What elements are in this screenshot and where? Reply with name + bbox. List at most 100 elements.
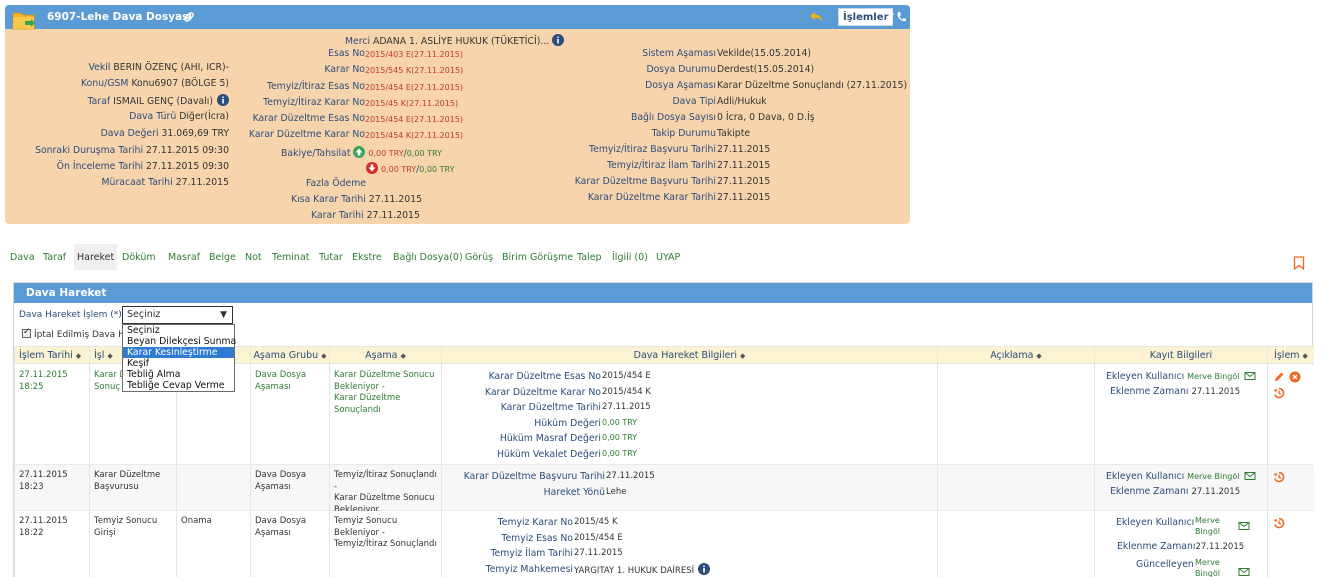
tab-dava[interactable]: Dava [7, 244, 38, 270]
kayit-user-last[interactable]: Bingöl [1195, 526, 1220, 537]
tab-döküm[interactable]: Döküm [119, 244, 159, 270]
case-field-mid-0: Esas No [328, 48, 365, 59]
phone-icon[interactable] [896, 11, 906, 23]
hareket-detail: Karar Düzeltme Karar No [485, 387, 601, 398]
mail-icon[interactable] [1238, 566, 1250, 577]
sort-icon[interactable]: ◆ [107, 352, 112, 360]
info-icon[interactable] [217, 94, 229, 106]
tab-ekstre[interactable]: Ekstre [349, 244, 385, 270]
iptal-checkbox-row[interactable]: İptal Edilmiş Dava H [22, 327, 125, 340]
tab-birim-görüşme[interactable]: Birim Görüşme [499, 244, 576, 270]
dropdown-option[interactable]: Tebliğe Cevap Verme [123, 380, 234, 391]
sort-icon[interactable]: ◆ [1303, 352, 1308, 360]
mail-icon[interactable] [1244, 470, 1256, 482]
detail-value: 27.11.2015 [574, 548, 623, 558]
dropdown-option[interactable]: Seçiniz [123, 325, 234, 336]
case-field-right-8: Karar Düzeltme Başvuru Tarihi [575, 176, 716, 187]
mail-icon[interactable] [1238, 520, 1250, 532]
case-field-mid-2: Temyiz/İtiraz Esas No [267, 81, 365, 92]
col-aciklama-label: Açıklama [990, 350, 1034, 361]
tab-i-lgili-0-[interactable]: İlgili (0) [609, 244, 651, 270]
case-field-label: Ön İnceleme Tarihi [56, 161, 144, 172]
mail-icon[interactable] [1244, 370, 1256, 382]
cancel-icon[interactable] [1289, 371, 1301, 383]
case-field-right-value-6: 27.11.2015 [717, 144, 770, 155]
case-field-right-7: Temyiz/İtiraz İlam Tarihi [607, 160, 716, 171]
tab-uyap[interactable]: UYAP [653, 244, 683, 270]
row-asama-line: Karar Düzeltme Sonucu [334, 493, 435, 503]
sort-icon[interactable]: ◆ [1036, 352, 1041, 360]
col-hareket-bilgileri[interactable]: Dava Hareket Bilgileri ◆ [441, 347, 937, 365]
sort-icon[interactable]: ◆ [76, 352, 81, 360]
col-islem-tarihi-cell: 27.11.2015 18:25 [14, 365, 89, 464]
case-field-label: Karar No [324, 64, 365, 75]
dropdown-option[interactable]: Beyan Dilekçesi Sunma [123, 336, 236, 347]
sort-icon[interactable]: ◆ [400, 352, 405, 360]
case-field-right-value-0: Vekilde(15.05.2014) [717, 48, 811, 59]
info-icon[interactable] [698, 562, 711, 575]
iptal-checkbox[interactable] [22, 327, 31, 338]
tab-bağlı-dosya-0-[interactable]: Bağlı Dosya(0) [390, 244, 466, 270]
tab-not[interactable]: Not [242, 244, 265, 270]
tab-tutar[interactable]: Tutar [316, 244, 346, 270]
karar-tarihi-field: Karar Tarihi 27.11.2015 [311, 210, 420, 221]
dropdown-option[interactable]: Karar Kesinleştirme [123, 347, 234, 358]
undo-icon[interactable] [809, 9, 825, 25]
case-field-label: Karar Düzeltme Karar No [248, 129, 365, 140]
col-islem-tarihi[interactable]: İşlem Tarihi ◆ [14, 347, 89, 365]
kayit-user-first[interactable]: Merve [1195, 515, 1220, 526]
row-date: 27.11.2015 [19, 516, 68, 526]
case-field-left-1: Konu/GSM Konu6907 (BÖLGE 5) [81, 78, 229, 89]
col-islem-label: İşl [94, 350, 105, 361]
tab-belge[interactable]: Belge [206, 244, 239, 270]
info-icon[interactable] [552, 34, 565, 46]
kayit-updater-name[interactable]: Merve Bingöl [1195, 557, 1220, 577]
link-icon[interactable] [183, 11, 195, 23]
hareket-detail: Temyiz Karar No [498, 517, 573, 528]
history-icon[interactable] [1273, 471, 1285, 483]
dropdown-option[interactable]: Tebliğ Alma [123, 369, 234, 380]
sort-icon[interactable]: ◆ [740, 352, 745, 360]
detail-value: 0,00 TRY [602, 448, 638, 458]
detail-value: Lehe [606, 486, 627, 497]
tab-hareket[interactable]: Hareket [74, 244, 118, 270]
history-icon[interactable] [1273, 387, 1285, 399]
tab-görüş[interactable]: Görüş [462, 244, 496, 270]
col-asama-grubu[interactable]: Aşama Grubu ◆ [250, 347, 329, 365]
row-asama-line: Temyiz/İtiraz Sonuçlandı - [334, 470, 437, 492]
hareket-islem-select[interactable]: Seçiniz ▼ [122, 306, 233, 324]
sort-icon[interactable]: ◆ [321, 352, 326, 360]
case-field-label: Dosya Durumu [646, 64, 716, 75]
col-islem-cell: Temyiz Sonucu Girişi [89, 511, 176, 577]
case-field-label: Takip Durumu [651, 128, 716, 139]
tab-teminat[interactable]: Teminat [269, 244, 313, 270]
case-field-mid-value-2: 2015/454 E(27.11.2015) [365, 82, 463, 93]
case-field-left-5: Sonraki Duruşma Tarihi 27.11.2015 09:30 [35, 145, 229, 156]
kayit-user-name[interactable]: Merve Bingöl [1195, 515, 1220, 537]
case-field-value: 27.11.2015 [175, 177, 229, 188]
row-islem: Karar Düzeltme [94, 470, 161, 480]
col-aciklama[interactable]: Açıklama ◆ [937, 347, 1094, 365]
hareket-detail: Temyiz Mahkemesi [486, 564, 573, 575]
case-field-mid-value-4: 2015/454 E(27.11.2015) [365, 114, 463, 125]
tab-taraf[interactable]: Taraf [40, 244, 69, 270]
col-asama[interactable]: Aşama ◆ [329, 347, 441, 365]
tab-masraf[interactable]: Masraf [165, 244, 203, 270]
history-icon[interactable] [1273, 517, 1285, 529]
row-islem-line2: Girişi [94, 527, 116, 538]
case-field-right-value-2: Karar Düzeltme Sonuçlandı (27.11.2015) [717, 80, 907, 91]
col-islem-actions[interactable]: İşlem ◆ [1267, 347, 1314, 365]
tab-talep[interactable]: Talep [574, 244, 605, 270]
dropdown-option[interactable]: Keşif [123, 358, 234, 369]
kayit-user[interactable]: Merve Bingöl [1187, 472, 1239, 481]
kayit-updater-first[interactable]: Merve [1195, 557, 1220, 568]
edit-pencil-icon[interactable] [1273, 371, 1285, 383]
case-field-mid-4: Karar Düzeltme Esas No [253, 113, 365, 124]
col-islem-tarihi-cell: 27.11.2015 18:23 [14, 465, 89, 510]
col-asama-grubu-label: Aşama Grubu [253, 350, 319, 361]
dava-hareket-panel: Dava Hareket Dava Hareket İşlem (*) Seçi… [13, 282, 1314, 577]
kayit-user[interactable]: Merve Bingöl [1187, 372, 1239, 381]
bookmark-icon[interactable] [1293, 256, 1305, 270]
kayit-updater-last[interactable]: Bingöl [1195, 568, 1220, 577]
edit-icon[interactable] [883, 11, 895, 23]
